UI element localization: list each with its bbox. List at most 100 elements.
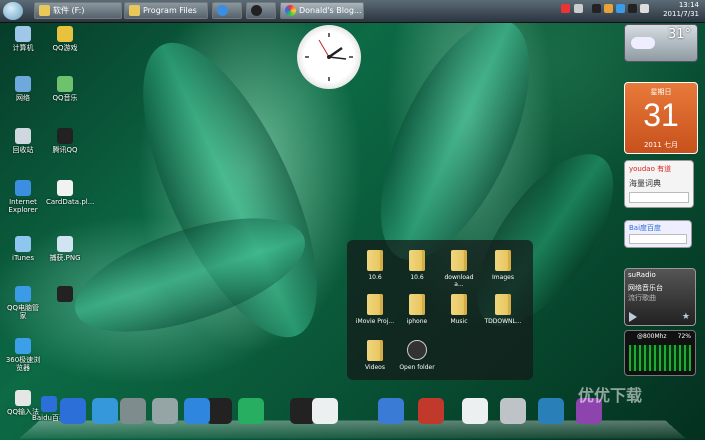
taskbar-item-ie[interactable] — [212, 2, 242, 19]
weather-gadget[interactable]: 31° — [624, 24, 698, 62]
image-file-icon — [57, 236, 73, 252]
folder-icon — [495, 250, 511, 271]
internet-explorer-icon — [15, 180, 31, 196]
tray-icon[interactable] — [561, 4, 570, 13]
qq-manager-icon — [15, 286, 31, 302]
stack-folder[interactable]: Music — [439, 294, 479, 325]
desktop-icon-label: 360极速浏览器 — [5, 356, 41, 372]
taskbar-item-program-files[interactable]: Program Files — [124, 2, 208, 19]
qq-penguin-icon[interactable] — [628, 4, 637, 13]
folder-icon — [39, 5, 50, 16]
desktop-icon[interactable]: iTunes — [4, 236, 42, 262]
taskbar-item-label: 软件 (F:) — [53, 6, 85, 15]
calculator-icon[interactable] — [152, 398, 178, 424]
desktop-icon-label: Internet Explorer — [8, 198, 38, 214]
desktop-icon-label: 腾讯QQ — [52, 146, 78, 154]
taskbar: 软件 (F:) Program Files Donald's Blog... 1… — [0, 0, 705, 23]
stack-folder[interactable]: iMovie Proj... — [355, 294, 395, 325]
ie-icon[interactable] — [184, 398, 210, 424]
stack-folder[interactable]: TDDOWNL... — [483, 294, 523, 325]
radio-title: suRadio — [628, 271, 656, 279]
photoshop-icon[interactable] — [538, 398, 564, 424]
finder-icon[interactable] — [378, 398, 404, 424]
qq-penguin-icon[interactable] — [592, 4, 601, 13]
play-icon[interactable] — [629, 312, 637, 322]
cpu-meter-gadget[interactable]: @800Mhz 72% — [624, 330, 696, 376]
itunes-icon — [15, 236, 31, 252]
desktop-icon-label: QQ音乐 — [52, 94, 78, 102]
stack-folder[interactable]: 10.6 — [397, 250, 437, 281]
recycle-bin-icon — [15, 128, 31, 144]
tray-icon[interactable] — [604, 4, 613, 13]
open-folder-label: Open folder — [399, 364, 435, 371]
desktop-icon[interactable]: QQ游戏 — [46, 26, 84, 52]
calendar-gadget[interactable]: 星期日 31 2011 七月 — [624, 82, 698, 154]
desktop-icon[interactable] — [46, 286, 84, 304]
folder-icon — [495, 294, 511, 315]
baidu-icon[interactable] — [60, 398, 86, 424]
mail-icon[interactable] — [500, 398, 526, 424]
browser-icon — [285, 5, 296, 16]
qq-penguin-icon — [57, 286, 73, 302]
desktop-icon-label: 回收站 — [12, 146, 34, 154]
start-button[interactable] — [3, 2, 23, 20]
folder-icon — [367, 294, 383, 315]
dict-brand: youdao 有道 — [629, 165, 672, 173]
calendar-month: 2011 七月 — [643, 141, 679, 149]
radio-sub: 流行歌曲 — [628, 294, 656, 302]
stack-folder[interactable]: iphone — [397, 294, 437, 325]
open-folder-button[interactable]: Open folder — [397, 340, 437, 371]
baidu-search-input[interactable] — [629, 234, 687, 244]
preview-icon[interactable] — [462, 398, 488, 424]
desktop-icon[interactable]: 计算机 — [4, 26, 42, 52]
qq-penguin-icon — [57, 128, 73, 144]
star-icon[interactable]: ★ — [682, 312, 690, 322]
taskbar-item-drive[interactable]: 软件 (F:) — [34, 2, 122, 19]
stack-folder[interactable]: Videos — [355, 340, 395, 371]
notes-icon[interactable] — [312, 398, 338, 424]
dictionary-gadget[interactable]: youdao 有道 海量词典 — [624, 160, 694, 208]
stack-folder[interactable]: Images — [483, 250, 523, 281]
tray-icon[interactable] — [574, 4, 583, 13]
folder-label: TDDOWNL... — [484, 318, 522, 325]
desktop-icon[interactable]: 回收站 — [4, 128, 42, 154]
folder-icon — [129, 5, 140, 16]
desktop-icon[interactable]: 腾讯QQ — [46, 128, 84, 154]
clock-face-icon — [305, 33, 353, 81]
clock-date: 2011/7/31 — [663, 10, 699, 18]
firefox-icon[interactable] — [238, 398, 264, 424]
folder-label: iMovie Proj... — [355, 318, 395, 325]
desktop-icon[interactable]: 360极速浏览器 — [4, 338, 42, 372]
desktop-icon-label: 计算机 — [12, 44, 34, 52]
desktop-icon-label: iTunes — [12, 254, 34, 262]
desktop-icon-label: QQ电脑管家 — [6, 304, 40, 320]
tray-icon[interactable] — [616, 4, 625, 13]
radio-gadget[interactable]: suRadio 网络音乐台 流行歌曲 ★ — [624, 268, 696, 326]
desktop-icon[interactable]: 网络 — [4, 76, 42, 102]
volume-icon[interactable] — [640, 4, 649, 13]
folder-label: Videos — [365, 364, 385, 371]
desktop-icon[interactable]: QQ音乐 — [46, 76, 84, 102]
desktop-icon[interactable]: QQ电脑管家 — [4, 286, 42, 320]
stack-folder[interactable]: download a... — [439, 250, 479, 288]
taskbar-item-qq[interactable] — [246, 2, 276, 19]
desktop-icon-label: CardData.pl... — [46, 198, 95, 206]
baidu-gadget[interactable]: Bai度百度 — [624, 220, 692, 248]
desktop-icon[interactable]: 捕获.PNG — [46, 236, 84, 262]
dict-input[interactable] — [629, 192, 689, 203]
stack-folder[interactable]: 10.6 — [355, 250, 395, 281]
taskbar-clock[interactable]: 13:14 2011/7/31 — [663, 1, 699, 19]
itunes-icon[interactable] — [418, 398, 444, 424]
desktop-icon[interactable]: Internet Explorer — [4, 180, 42, 214]
twitter-icon[interactable] — [92, 398, 118, 424]
ruler-icon[interactable] — [120, 398, 146, 424]
watermark: 优优下载 — [578, 386, 643, 405]
folder-icon — [367, 340, 383, 361]
folder-label: download a... — [444, 274, 474, 288]
analog-clock-gadget[interactable] — [297, 25, 361, 89]
desktop-icon[interactable]: CardData.pl... — [46, 180, 95, 206]
desktop-icon-label: 网络 — [16, 94, 30, 102]
clock-time: 13:14 — [678, 1, 699, 9]
folder-label: iphone — [406, 318, 428, 325]
taskbar-item-blog[interactable]: Donald's Blog... — [280, 2, 364, 19]
